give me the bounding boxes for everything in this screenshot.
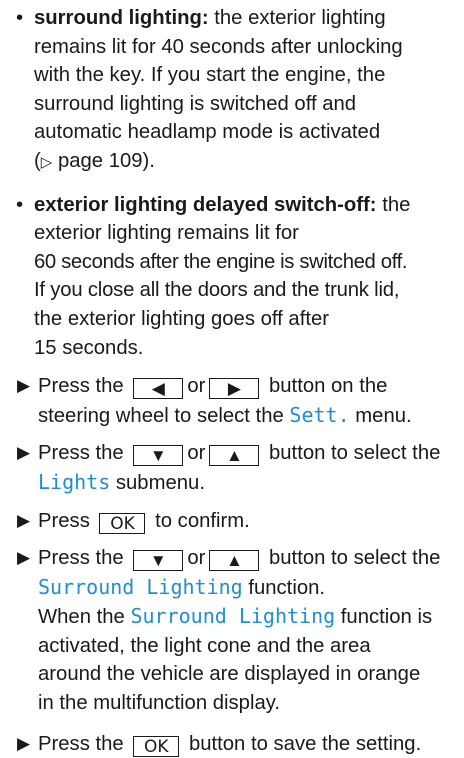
left-arrow-button-icon: ◀ <box>133 378 184 400</box>
step-text: function. <box>248 576 326 599</box>
step-arrow-icon: ▶ <box>17 376 31 396</box>
step-line: Press the OK button to save the setting. <box>38 730 450 758</box>
page-reference: (▷ page 109). <box>34 147 450 177</box>
bullet-line-1: surround lighting: the exterior lighting <box>34 4 450 33</box>
bullet-delayed-switch-off: • exterior lighting delayed switch-off: … <box>14 191 450 363</box>
display-function-surround-lighting: Surround Lighting <box>130 604 336 629</box>
step-select-lights-submenu: ▶ Press the ▼ or ▲ button to select the Li… <box>14 439 450 497</box>
step-line: When the Surround Lighting function is <box>38 602 450 632</box>
step-line: in the multifunction display. <box>38 692 280 715</box>
step-text: or <box>187 375 206 398</box>
bullet-marker: • <box>16 7 24 29</box>
step-text: button to select the <box>269 547 441 570</box>
bullet-term: surround lighting: <box>34 7 209 29</box>
step-line: Press the ◀ or ▶ button on the <box>38 372 450 401</box>
bullet-surround-lighting: • surround lighting: the exterior lighti… <box>14 4 450 177</box>
up-arrow-button-icon: ▲ <box>209 445 260 467</box>
bullet-line-1: exterior lighting delayed switch-off: th… <box>34 191 450 220</box>
bullet-line: exterior lighting remains lit for <box>34 222 299 245</box>
bullet-line: the exterior lighting goes off after <box>34 307 330 330</box>
bullet-line: If you close all the doors and the trunk… <box>34 279 400 302</box>
down-arrow-button-icon: ▼ <box>133 550 184 572</box>
down-arrow-button-icon: ▼ <box>133 445 184 467</box>
bullet-line: automatic headlamp mode is activated <box>34 121 381 144</box>
bullet-text: the exterior lighting <box>214 7 386 29</box>
step-line: Surround Lighting function. <box>38 573 450 603</box>
step-arrow-icon: ▶ <box>17 443 31 463</box>
bullet-marker: • <box>16 193 24 216</box>
bullet-line: with the key. If you start the engine, t… <box>34 64 386 87</box>
ok-button-icon: OK <box>99 512 146 534</box>
bullet-line: remains lit for 40 seconds after unlocki… <box>34 35 403 58</box>
step-text: or <box>187 442 206 465</box>
step-arrow-icon: ▶ <box>17 733 31 753</box>
step-text: steering wheel to select the <box>38 404 284 427</box>
bullet-line: 60 seconds after the engine is switched … <box>34 250 408 273</box>
page-ref-icon: ▷ <box>40 152 53 171</box>
step-save-setting: ▶ Press the OK button to save the settin… <box>14 730 450 758</box>
step-line: Press the ▼ or ▲ button to select the <box>38 544 450 573</box>
step-line: Press the ▼ or ▲ button to select the <box>38 439 450 468</box>
right-arrow-button-icon: ▶ <box>209 378 260 400</box>
step-line: Lights submenu. <box>38 468 450 498</box>
up-arrow-button-icon: ▲ <box>209 550 260 572</box>
step-arrow-icon: ▶ <box>17 510 31 530</box>
step-arrow-icon: ▶ <box>17 548 31 568</box>
step-select-surround-lighting: ▶ Press the ▼ or ▲ button to select the Su… <box>14 544 450 718</box>
bullet-line: 15 seconds. <box>34 336 144 359</box>
display-menu-sett: Sett. <box>289 402 350 427</box>
step-text: submenu. <box>115 471 205 494</box>
step-text: to confirm. <box>155 509 250 532</box>
ref-text: page 109). <box>52 149 155 172</box>
bullet-text: the <box>382 193 411 216</box>
ref-open: ( <box>34 149 41 172</box>
ok-button-icon: OK <box>133 735 180 757</box>
step-text: Press the <box>38 442 124 465</box>
step-text: button to save the setting. <box>188 732 422 755</box>
step-text: Press the <box>38 547 124 570</box>
step-text: menu. <box>355 404 412 427</box>
step-text: When the <box>38 606 125 629</box>
step-text: Press <box>38 509 90 532</box>
step-line: activated, the light cone and the area <box>38 634 371 657</box>
step-line: steering wheel to select the Sett. menu. <box>38 401 450 431</box>
step-text: Press the <box>38 732 124 755</box>
step-select-settings-menu: ▶ Press the ◀ or ▶ button on the steering … <box>14 372 450 430</box>
display-menu-lights: Lights <box>38 469 111 494</box>
step-line: around the vehicle are displayed in oran… <box>38 663 421 686</box>
step-text: button to select the <box>269 442 441 465</box>
manual-page: • surround lighting: the exterior lighti… <box>0 0 464 757</box>
step-text: function is <box>340 606 433 629</box>
display-function-surround-lighting: Surround Lighting <box>38 574 243 599</box>
step-line: Press OK to confirm. <box>38 507 450 536</box>
bullet-line: surround lighting is switched off and <box>34 92 357 115</box>
bullet-term: exterior lighting delayed switch-off: <box>34 193 377 216</box>
step-confirm: ▶ Press OK to confirm. <box>14 507 450 536</box>
step-text: or <box>187 547 206 570</box>
step-text: Press the <box>38 375 124 398</box>
step-text: button on the <box>269 375 388 398</box>
